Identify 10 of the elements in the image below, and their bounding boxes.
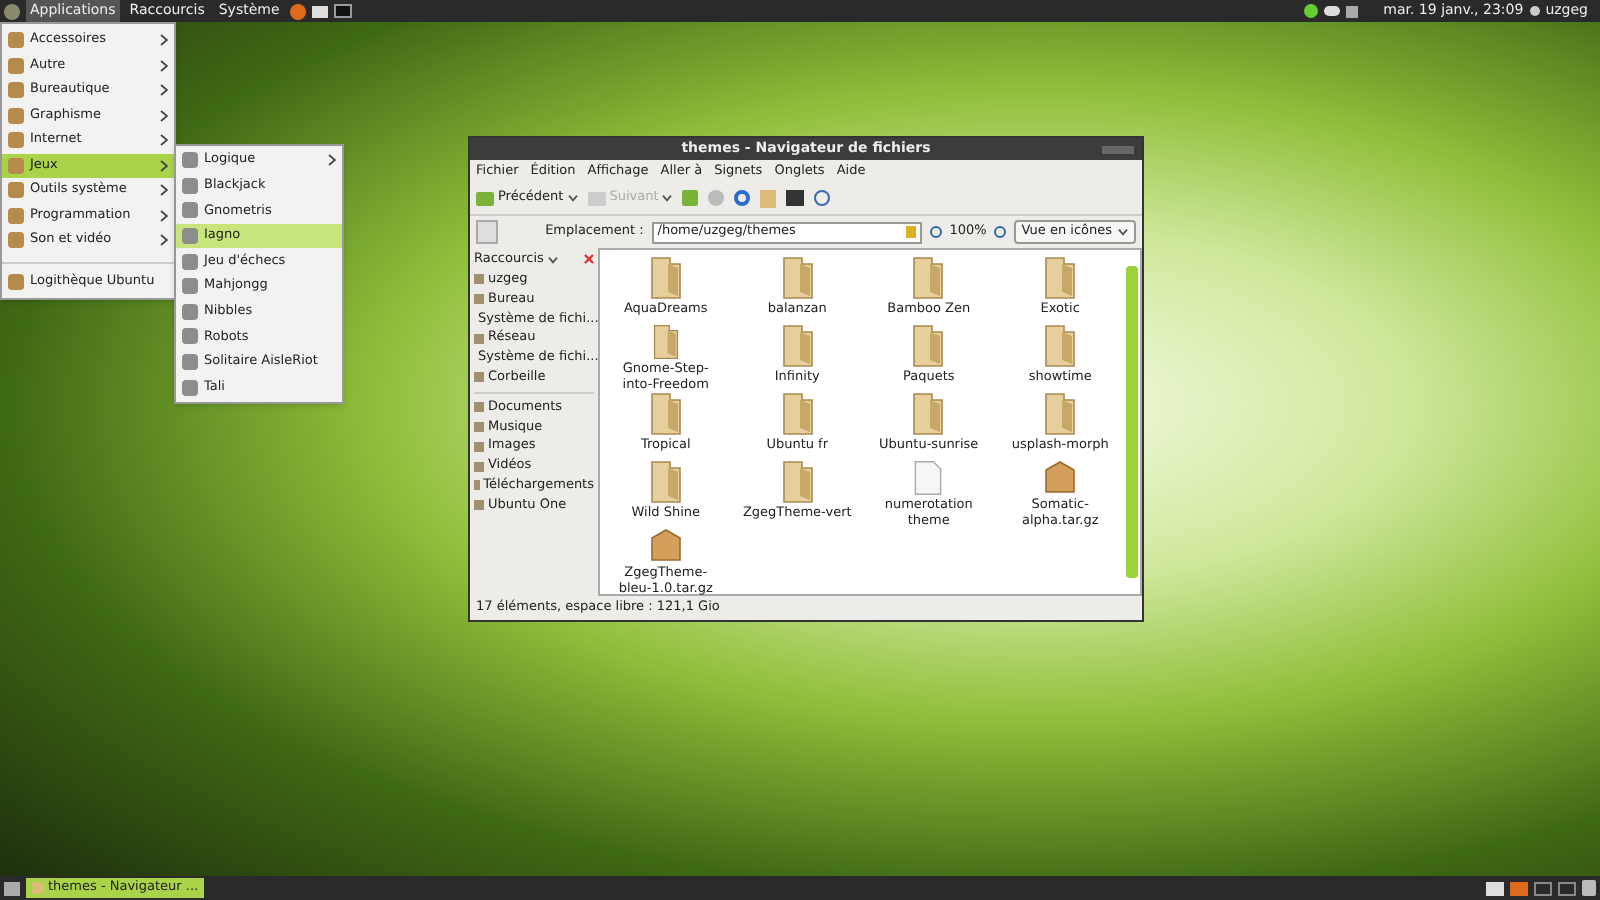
chevron-right-icon bbox=[328, 154, 336, 167]
caret-icon bbox=[547, 255, 558, 263]
package-icon bbox=[1042, 460, 1079, 496]
caret-icon bbox=[1118, 228, 1129, 236]
close-icon[interactable] bbox=[584, 254, 594, 264]
caret-icon bbox=[567, 194, 578, 202]
caret-icon bbox=[662, 194, 673, 202]
scrollbar[interactable] bbox=[1126, 266, 1138, 578]
document-icon bbox=[912, 460, 945, 496]
package-icon bbox=[647, 528, 684, 564]
